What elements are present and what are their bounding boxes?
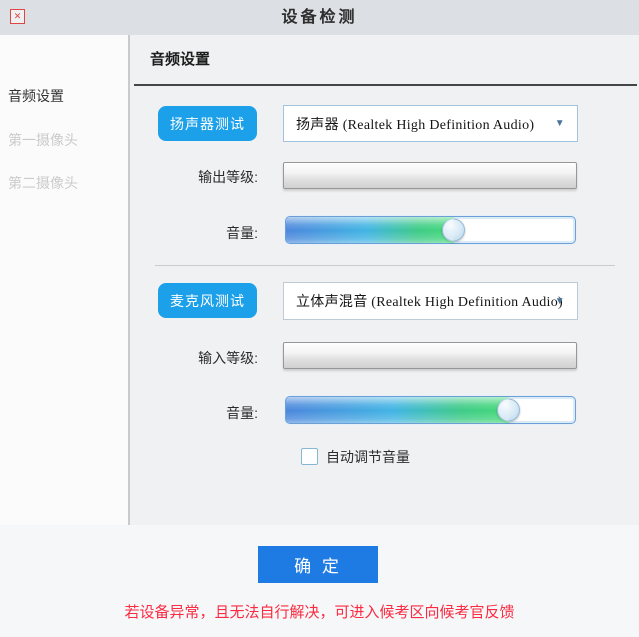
speaker-volume-fill — [286, 217, 454, 243]
microphone-volume-label: 音量: — [130, 403, 258, 423]
output-level-label: 输出等级: — [130, 167, 258, 187]
device-check-window: ✕ 设备检测 音频设置 第一摄像头 第二摄像头 音频设置 扬声器测试 扬声器 (… — [0, 0, 639, 637]
sidebar: 音频设置 第一摄像头 第二摄像头 — [0, 35, 128, 525]
audio-settings-panel: 音频设置 扬声器测试 扬声器 (Realtek High Definition … — [130, 35, 639, 525]
sidebar-item-camera-1[interactable]: 第一摄像头 — [8, 130, 78, 150]
page-title: 设备检测 — [0, 0, 639, 35]
auto-adjust-volume-checkbox[interactable] — [301, 448, 318, 465]
microphone-device-value: 立体声混音 (Realtek High Definition Audio) — [296, 291, 563, 311]
input-level-meter — [283, 342, 577, 369]
input-level-label: 输入等级: — [130, 348, 258, 368]
microphone-device-select[interactable]: 立体声混音 (Realtek High Definition Audio) ▼ — [283, 282, 578, 320]
microphone-volume-knob[interactable] — [497, 399, 520, 422]
chevron-down-icon: ▼ — [555, 118, 565, 129]
section-title: 音频设置 — [150, 48, 210, 69]
speaker-device-select[interactable]: 扬声器 (Realtek High Definition Audio) ▼ — [283, 105, 578, 142]
output-level-meter — [283, 162, 577, 189]
microphone-volume-slider[interactable] — [285, 396, 576, 424]
speaker-test-button[interactable]: 扬声器测试 — [158, 106, 257, 141]
microphone-test-button[interactable]: 麦克风测试 — [158, 283, 257, 318]
sidebar-item-audio-settings[interactable]: 音频设置 — [8, 86, 64, 106]
speaker-volume-label: 音量: — [130, 223, 258, 243]
microphone-volume-fill — [286, 397, 509, 423]
speaker-volume-knob[interactable] — [442, 219, 465, 242]
sidebar-item-camera-2[interactable]: 第二摄像头 — [8, 173, 78, 193]
warning-text: 若设备异常，且无法自行解决，可进入候考区向候考官反馈 — [0, 601, 639, 622]
auto-adjust-volume-label[interactable]: 自动调节音量 — [326, 447, 410, 467]
confirm-button[interactable]: 确 定 — [258, 546, 378, 583]
footer: 确 定 若设备异常，且无法自行解决，可进入候考区向候考官反馈 — [0, 525, 639, 637]
speaker-device-value: 扬声器 (Realtek High Definition Audio) — [296, 114, 534, 134]
speaker-volume-slider[interactable] — [285, 216, 576, 244]
section-divider — [155, 265, 615, 266]
header: ✕ 设备检测 — [0, 0, 639, 35]
chevron-down-icon: ▼ — [555, 296, 565, 307]
section-underline — [134, 84, 637, 86]
